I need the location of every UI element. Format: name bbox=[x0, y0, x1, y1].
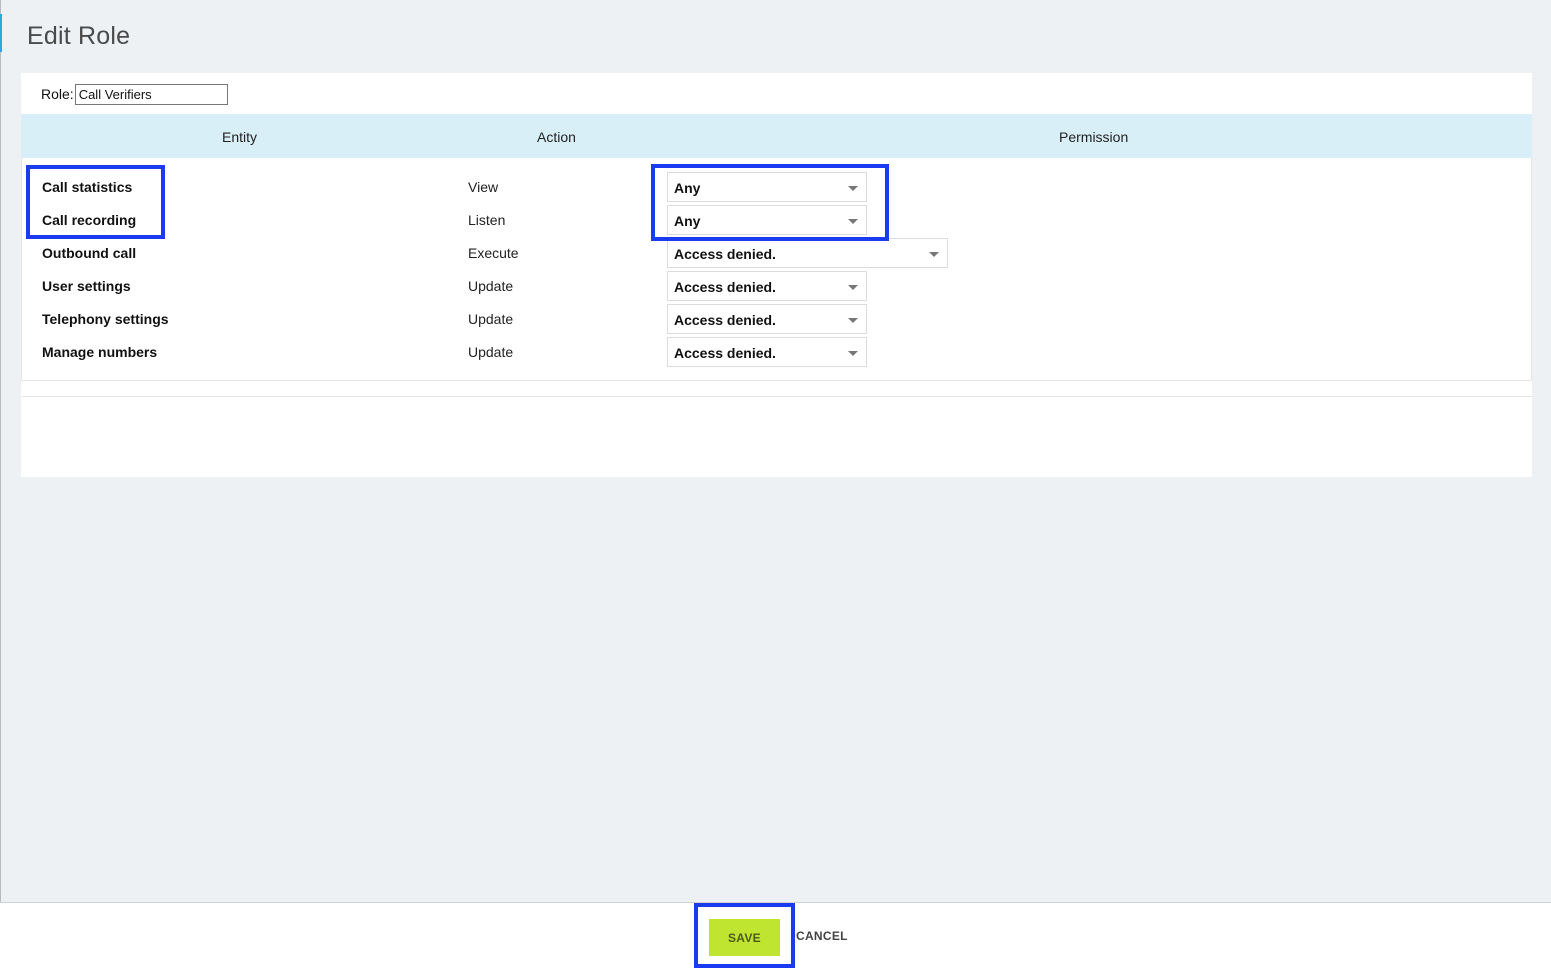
permission-value: Access denied. bbox=[674, 246, 776, 262]
permissions-table-body: Call statistics View Any Call recording … bbox=[21, 158, 1532, 381]
permission-value: Access denied. bbox=[674, 279, 776, 295]
column-header-entity: Entity bbox=[222, 129, 258, 145]
permission-select[interactable]: Access denied. bbox=[667, 271, 867, 301]
chevron-down-icon bbox=[848, 186, 858, 191]
chevron-down-icon bbox=[929, 252, 939, 257]
permission-value: Access denied. bbox=[674, 312, 776, 328]
column-header-action: Action bbox=[537, 129, 576, 145]
entity-name: Telephony settings bbox=[42, 311, 169, 327]
action-name: View bbox=[468, 179, 499, 195]
chevron-down-icon bbox=[848, 351, 858, 356]
action-name: Execute bbox=[468, 245, 519, 261]
action-name: Update bbox=[468, 311, 514, 327]
entity-name: User settings bbox=[42, 278, 131, 294]
permission-value: Any bbox=[674, 213, 701, 229]
table-row: Manage numbers Update Access denied. bbox=[22, 337, 1531, 370]
role-label: Role: bbox=[41, 86, 74, 102]
permission-select[interactable]: Any bbox=[667, 172, 867, 202]
footer-bar: SAVE CANCEL bbox=[0, 902, 1551, 969]
chevron-down-icon bbox=[848, 219, 858, 224]
permission-select[interactable]: Access denied. bbox=[667, 238, 948, 268]
table-row: Call statistics View Any bbox=[22, 172, 1531, 205]
entity-name: Manage numbers bbox=[42, 344, 158, 360]
permission-select[interactable]: Access denied. bbox=[667, 304, 867, 334]
chevron-down-icon bbox=[848, 318, 858, 323]
table-row: Outbound call Execute Access denied. bbox=[22, 238, 1531, 271]
save-button[interactable]: SAVE bbox=[709, 919, 780, 956]
permission-value: Any bbox=[674, 180, 701, 196]
entity-name: Outbound call bbox=[42, 245, 137, 261]
action-name: Listen bbox=[468, 212, 506, 228]
table-row: Call recording Listen Any bbox=[22, 205, 1531, 238]
chevron-down-icon bbox=[848, 285, 858, 290]
table-row: Telephony settings Update Access denied. bbox=[22, 304, 1531, 337]
edit-role-panel: Role: Entity Action Permission Call stat… bbox=[21, 73, 1532, 477]
panel-divider bbox=[21, 396, 1532, 397]
role-name-input[interactable] bbox=[74, 83, 228, 105]
role-field-row: Role: bbox=[41, 83, 228, 105]
permission-select[interactable]: Any bbox=[667, 205, 867, 235]
column-header-permission: Permission bbox=[1059, 129, 1129, 145]
window-accent-bar bbox=[0, 14, 2, 52]
entity-name: Call statistics bbox=[42, 179, 133, 195]
page-title: Edit Role bbox=[27, 22, 131, 50]
permission-value: Access denied. bbox=[674, 345, 776, 361]
permissions-table-header: Entity Action Permission bbox=[21, 114, 1532, 158]
action-name: Update bbox=[468, 344, 514, 360]
permission-select[interactable]: Access denied. bbox=[667, 337, 867, 367]
action-name: Update bbox=[468, 278, 514, 294]
window-left-border bbox=[0, 0, 1, 902]
cancel-button[interactable]: CANCEL bbox=[796, 929, 848, 943]
table-row: User settings Update Access denied. bbox=[22, 271, 1531, 304]
entity-name: Call recording bbox=[42, 212, 137, 228]
